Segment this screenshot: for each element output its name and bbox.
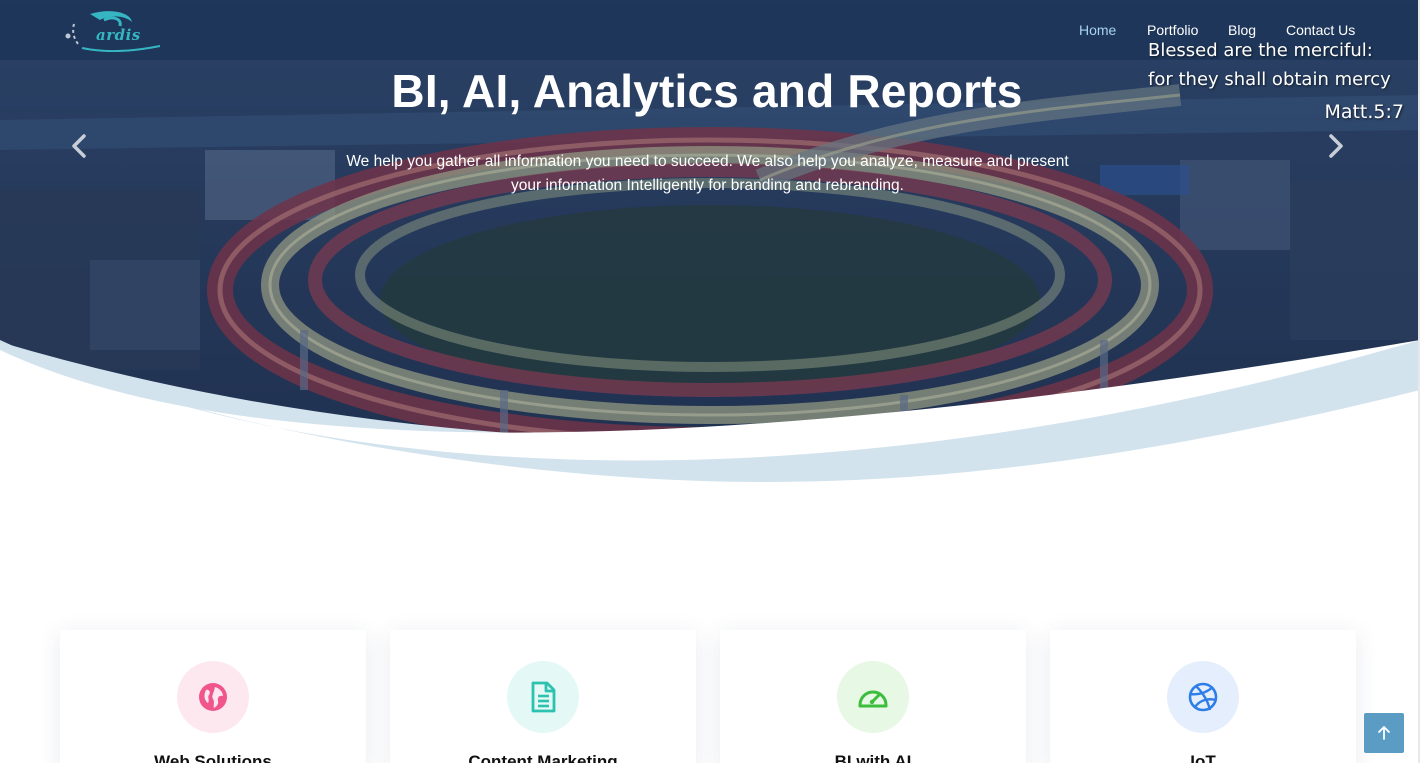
card-icon-circle bbox=[507, 661, 579, 733]
globe-icon bbox=[199, 683, 227, 711]
service-card-web-solutions[interactable]: Web Solutions bbox=[60, 630, 366, 763]
nav-home[interactable]: Home bbox=[1079, 22, 1116, 38]
card-title: Content Marketing bbox=[468, 752, 618, 763]
card-icon-circle bbox=[177, 661, 249, 733]
card-icon-circle bbox=[1167, 661, 1239, 733]
service-card-bi-with-ai[interactable]: BI with AI bbox=[720, 630, 1026, 763]
hero-subtitle-line-1: We help you gather all information you n… bbox=[346, 153, 1069, 170]
quote-line-1: Blessed are the merciful: bbox=[1148, 40, 1373, 61]
chevron-left-icon bbox=[72, 134, 86, 158]
document-icon bbox=[531, 681, 556, 713]
carousel-prev-button[interactable] bbox=[65, 128, 93, 164]
card-title: IoT bbox=[1190, 752, 1216, 763]
hero-title: BI, AI, Analytics and Reports bbox=[391, 65, 1023, 117]
card-icon-circle bbox=[837, 661, 909, 733]
chevron-right-icon bbox=[1329, 134, 1343, 158]
dribbble-icon bbox=[1188, 682, 1218, 712]
carousel-next-button[interactable] bbox=[1322, 128, 1350, 164]
card-title: BI with AI bbox=[834, 752, 912, 763]
hero-subtitle-line-2: your information Intelligently for brand… bbox=[511, 177, 904, 194]
card-title: Web Solutions bbox=[154, 752, 272, 763]
arrow-up-icon bbox=[1378, 726, 1390, 740]
back-to-top-button[interactable] bbox=[1364, 713, 1404, 753]
service-card-iot[interactable]: IoT bbox=[1050, 630, 1356, 763]
hero-subtitle: We help you gather all information you n… bbox=[320, 150, 1095, 198]
service-card-content-marketing[interactable]: Content Marketing bbox=[390, 630, 696, 763]
speedometer-icon bbox=[858, 690, 888, 708]
